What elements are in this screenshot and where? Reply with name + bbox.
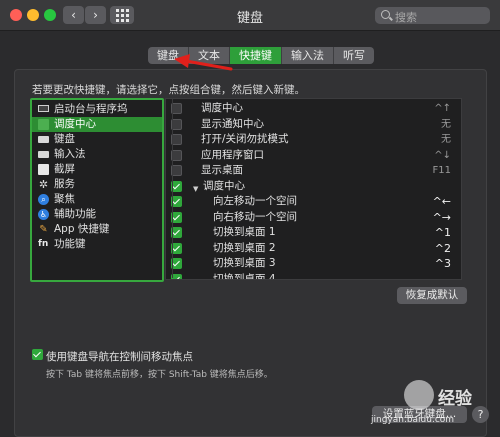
category-list[interactable]: 启动台与程序坞 调度中心键盘输入法截屏 ✲ 服务 ⌕ 聚焦 ♿ 辅助功能 ✎ App 快捷键 fn 功…: [30, 98, 164, 282]
shortcut-key[interactable]: ^2: [435, 241, 451, 256]
tab-bar: 键盘 文本 快捷键 输入法 听写: [148, 47, 374, 64]
search-icon: [381, 10, 390, 19]
category-item[interactable]: 输入法: [32, 147, 162, 162]
shortcut-key[interactable]: ^↑: [434, 101, 451, 116]
monitor-icon: [38, 105, 49, 112]
category-item[interactable]: 启动台与程序坞: [32, 102, 162, 117]
shortcut-key[interactable]: ^↓: [434, 148, 451, 163]
tab-3[interactable]: 输入法: [282, 47, 334, 64]
shortcut-row[interactable]: 显示桌面 F11: [166, 163, 461, 178]
keyboard-navigation-hint: 按下 Tab 键将焦点前移，按下 Shift-Tab 键将焦点后移。: [46, 370, 273, 380]
spotlight-icon: ⌕: [38, 194, 49, 205]
shortcut-key[interactable]: ^1: [435, 225, 451, 240]
watermark: 经验 jingyan.baidu.com: [371, 378, 492, 426]
title-bar: ‹ › 键盘 搜索: [0, 0, 500, 31]
watermark-url: jingyan.baidu.com: [371, 415, 455, 425]
category-item[interactable]: ♿ 辅助功能: [32, 207, 162, 222]
category-label: 输入法: [54, 148, 86, 160]
shortcut-row[interactable]: 向右移动一个空间 ^→: [166, 210, 461, 225]
shortcut-key[interactable]: ^←: [433, 194, 451, 209]
category-item[interactable]: 键盘: [32, 132, 162, 147]
category-item[interactable]: ⌕ 聚焦: [32, 192, 162, 207]
input-source-icon: [38, 151, 49, 158]
shortcut-label: 调度中心: [201, 102, 243, 114]
accessibility-icon: ♿: [38, 209, 49, 220]
search-field[interactable]: 搜索: [375, 7, 490, 24]
category-label: 键盘: [54, 133, 75, 145]
tab-4[interactable]: 听写: [334, 47, 374, 64]
shortcut-label: 切换到桌面 1: [213, 226, 276, 238]
shortcut-label: 切换到桌面 3: [213, 257, 276, 269]
keyboard-navigation-label: 使用键盘导航在控制间移动焦点: [46, 351, 193, 363]
keyboard-navigation-checkbox[interactable]: [32, 349, 43, 360]
shortcut-key[interactable]: F11: [433, 163, 451, 178]
instruction-text: 若要更改快捷键，请选择它，点按组合键，然后键入新键。: [32, 84, 305, 96]
shortcut-row[interactable]: 打开/关闭勿扰模式 无: [166, 132, 461, 147]
fn-icon: fn: [38, 239, 49, 249]
shortcut-label: 打开/关闭勿扰模式: [201, 133, 289, 145]
shortcut-list[interactable]: 调度中心 ^↑ 显示通知中心无打开/关闭勿扰模式无应用程序窗口 ^↓ 显示桌面 F11 ▼ 调…: [165, 98, 462, 280]
shortcut-key[interactable]: 无: [441, 117, 451, 132]
category-label: 辅助功能: [54, 208, 96, 220]
baidu-paw-icon: [404, 380, 434, 410]
category-label: 服务: [54, 178, 75, 190]
category-item[interactable]: 调度中心: [32, 117, 162, 132]
category-label: 调度中心: [54, 118, 96, 130]
shortcut-row[interactable]: 显示通知中心 无: [166, 117, 461, 132]
shortcut-row[interactable]: 切换到桌面 2 ^2: [166, 241, 461, 256]
category-label: 功能键: [54, 238, 86, 250]
shortcut-row[interactable]: 调度中心 ^↑: [166, 101, 461, 116]
category-label: 启动台与程序坞: [54, 103, 128, 115]
shortcut-row[interactable]: 切换到桌面 1 ^1: [166, 225, 461, 240]
shortcut-key[interactable]: 无: [441, 132, 451, 147]
category-item[interactable]: ✲ 服务: [32, 177, 162, 192]
shortcut-row[interactable]: 切换到桌面 4: [166, 272, 461, 280]
keyboard-icon: [38, 136, 49, 143]
shortcut-key[interactable]: ^→: [433, 210, 451, 225]
tab-1[interactable]: 文本: [189, 47, 230, 64]
shortcut-row[interactable]: 向左移动一个空间 ^←: [166, 194, 461, 209]
shortcut-row[interactable]: 切换到桌面 3 ^3: [166, 256, 461, 271]
checkbox-column-divider: [172, 98, 173, 278]
app-shortcuts-icon: ✎: [39, 224, 48, 235]
category-label: 聚焦: [54, 193, 75, 205]
search-placeholder: 搜索: [395, 11, 417, 24]
mission-control-icon: [38, 119, 49, 130]
shortcut-row[interactable]: 应用程序窗口 ^↓: [166, 148, 461, 163]
gear-icon: ✲: [38, 178, 49, 191]
watermark-text: 经验: [438, 389, 472, 409]
shortcut-label: 显示桌面: [201, 164, 243, 176]
shortcut-label: 应用程序窗口: [201, 148, 264, 161]
category-item[interactable]: fn 功能键: [32, 237, 162, 252]
screenshot-icon: [38, 164, 49, 175]
category-item[interactable]: 截屏: [32, 162, 162, 177]
shortcut-label: 向左移动一个空间: [213, 195, 297, 207]
shortcut-label: 显示通知中心: [201, 117, 264, 130]
tab-2[interactable]: 快捷键: [230, 47, 282, 64]
tab-0[interactable]: 键盘: [148, 47, 189, 64]
shortcut-row[interactable]: ▼ 调度中心: [166, 179, 461, 194]
category-item[interactable]: ✎ App 快捷键: [32, 222, 162, 237]
shortcut-label: 切换到桌面 4: [213, 272, 276, 280]
category-label: 截屏: [54, 163, 75, 175]
shortcut-label: 调度中心: [203, 179, 245, 192]
shortcut-key[interactable]: ^3: [435, 256, 451, 271]
restore-defaults-button[interactable]: 恢复成默认: [397, 287, 467, 304]
category-label: App 快捷键: [54, 223, 110, 235]
shortcut-label: 向右移动一个空间: [213, 210, 297, 223]
shortcut-label: 切换到桌面 2: [213, 241, 276, 254]
